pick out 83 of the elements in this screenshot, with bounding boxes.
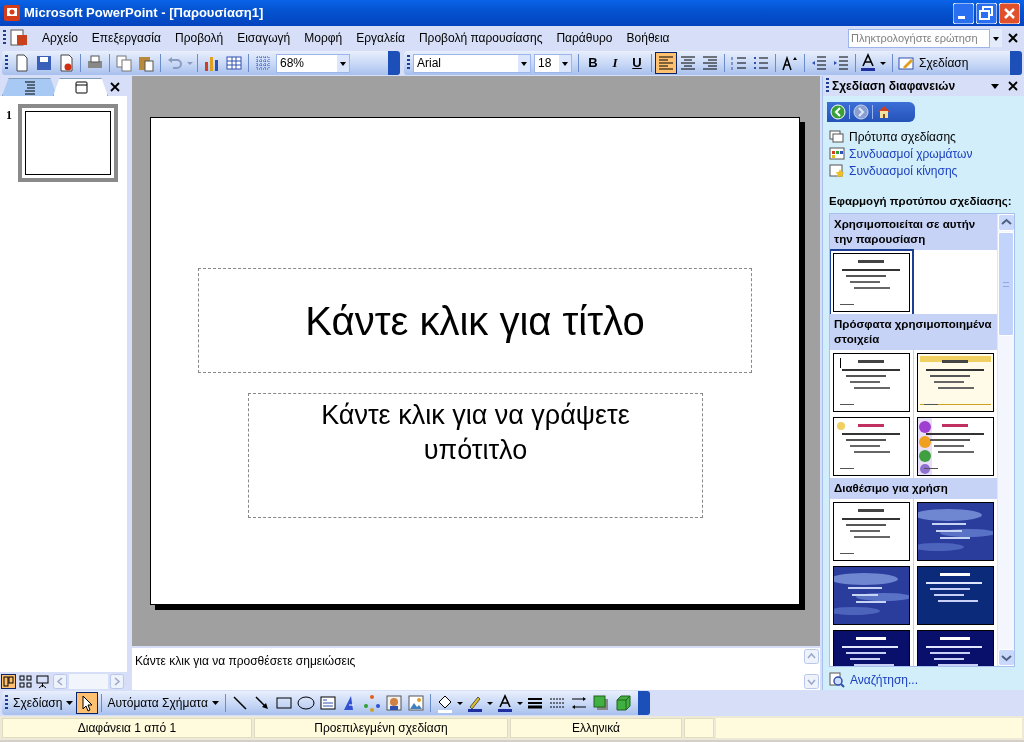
copy-icon[interactable]	[114, 53, 134, 73]
caret-icon	[65, 699, 75, 707]
status-text: Διαφάνεια 1 από 1	[2, 718, 252, 738]
forward-icon[interactable]	[853, 104, 869, 120]
outline-tab[interactable]	[2, 78, 57, 96]
back-icon[interactable]	[830, 104, 846, 120]
window-title: Microsoft PowerPoint - [Παρουσίαση1]	[24, 4, 264, 23]
section-heading: Εφαρμογή προτύπου σχεδίασης:	[829, 194, 1013, 209]
menu-item[interactable]: Μορφή	[297, 29, 350, 47]
app-icon	[4, 5, 20, 21]
oval-icon	[295, 693, 316, 713]
textbox-icon	[317, 693, 338, 713]
document-menu-icon[interactable]	[9, 29, 29, 47]
clipart-icon	[383, 693, 404, 713]
align-center-icon	[678, 53, 698, 73]
align-left-button[interactable]	[655, 52, 677, 74]
scrollbar-thumb[interactable]	[998, 232, 1014, 337]
toolbar-grip[interactable]	[407, 55, 410, 71]
font-size-dropdown[interactable]: 18	[534, 53, 572, 73]
home-icon[interactable]	[876, 104, 892, 120]
draw-menu-button[interactable]: Σχεδίαση	[11, 693, 77, 713]
font-color-icon[interactable]	[859, 53, 889, 73]
font-dropdown[interactable]: Arial	[413, 53, 531, 73]
status-text: Ελληνικά	[510, 718, 682, 738]
menu-item[interactable]: Παράθυρο	[549, 29, 620, 47]
section-header: Διαθέσιμο για χρήση	[830, 478, 997, 500]
menu-item[interactable]: Προβολή παρουσίασης	[411, 29, 550, 47]
help-search-field[interactable]: Πληκτρολογήστε ερώτηση	[848, 28, 990, 48]
title-placeholder[interactable]: Κάντε κλικ για τίτλο	[198, 268, 752, 373]
table-icon[interactable]	[224, 53, 244, 73]
image-icon	[405, 693, 426, 713]
normal-view-icon[interactable]	[1, 673, 16, 689]
caret-icon	[210, 699, 220, 707]
dropdown-arrow-icon[interactable]	[990, 81, 1000, 91]
menu-item[interactable]: Βοήθεια	[619, 29, 677, 47]
zoom-dropdown[interactable]: 68%	[276, 53, 350, 73]
section-header: Χρησιμοποιείται σε αυτήν την παρουσίαση	[830, 214, 997, 251]
design-icon	[898, 55, 916, 71]
subtitle-placeholder[interactable]: Κάντε κλικ για να γράψετε υπότιτλο	[248, 393, 703, 518]
star-slide-icon	[829, 163, 845, 179]
menu-item[interactable]: Αρχείο	[35, 29, 85, 47]
toolbar-grip[interactable]	[5, 55, 8, 71]
close-icon[interactable]	[1008, 81, 1018, 91]
menu-item[interactable]: Εργαλεία	[349, 29, 412, 47]
section-header: Πρόσφατα χρησιμοποιημένα στοιχεία	[830, 314, 997, 351]
minimize-icon[interactable]	[953, 2, 974, 24]
search-icon	[829, 672, 845, 689]
design-button[interactable]: Σχεδίαση	[896, 53, 971, 73]
shadow-icon	[590, 693, 611, 713]
slides-icon	[829, 129, 845, 145]
status-panel	[684, 718, 714, 738]
close-icon[interactable]	[1006, 31, 1020, 45]
maximize-icon[interactable]	[976, 2, 997, 24]
menu-item[interactable]: Επεξεργασία	[84, 29, 168, 47]
increase-indent-icon[interactable]	[831, 53, 851, 73]
select-tool[interactable]	[76, 692, 99, 714]
toolbar-grip[interactable]	[826, 78, 829, 94]
save-icon[interactable]	[34, 53, 54, 73]
format-button[interactable]: I	[604, 53, 626, 73]
grid-icon[interactable]	[253, 53, 273, 73]
search-link[interactable]: Αναζήτηση...	[829, 671, 1024, 690]
slide-show-icon[interactable]	[35, 673, 50, 689]
close-icon[interactable]	[108, 80, 122, 94]
slide-sorter-icon[interactable]	[18, 673, 33, 689]
toolbar-grip[interactable]	[3, 30, 6, 46]
color-palette-icon	[829, 146, 845, 162]
slides-tab[interactable]	[53, 78, 108, 96]
task-link[interactable]: Συνδυασμοί χρωμάτων	[829, 146, 1024, 162]
diagram-icon	[361, 693, 382, 713]
format-button[interactable]: U	[626, 53, 648, 73]
toolbar-grip[interactable]	[5, 695, 8, 711]
slide-thumbnail[interactable]	[18, 104, 118, 182]
task-link[interactable]: Συνδυασμοί κίνησης	[829, 163, 1024, 179]
align-left-icon	[656, 53, 676, 73]
slide-number: 1	[6, 107, 12, 124]
autoshapes-menu-button[interactable]: Αυτόματα Σχήματα	[105, 693, 222, 713]
align-right-icon	[700, 53, 720, 73]
menu-item[interactable]: Προβολή	[167, 29, 231, 47]
task-link[interactable]: Πρότυπα σχεδίασης	[829, 129, 1024, 145]
task-pane-title: Σχεδίαση διαφανειών	[832, 78, 956, 95]
menu-item[interactable]: Εισαγωγή	[230, 29, 298, 47]
status-text: Προεπιλεγμένη σχεδίαση	[254, 718, 508, 738]
format-button[interactable]: B	[582, 53, 604, 73]
